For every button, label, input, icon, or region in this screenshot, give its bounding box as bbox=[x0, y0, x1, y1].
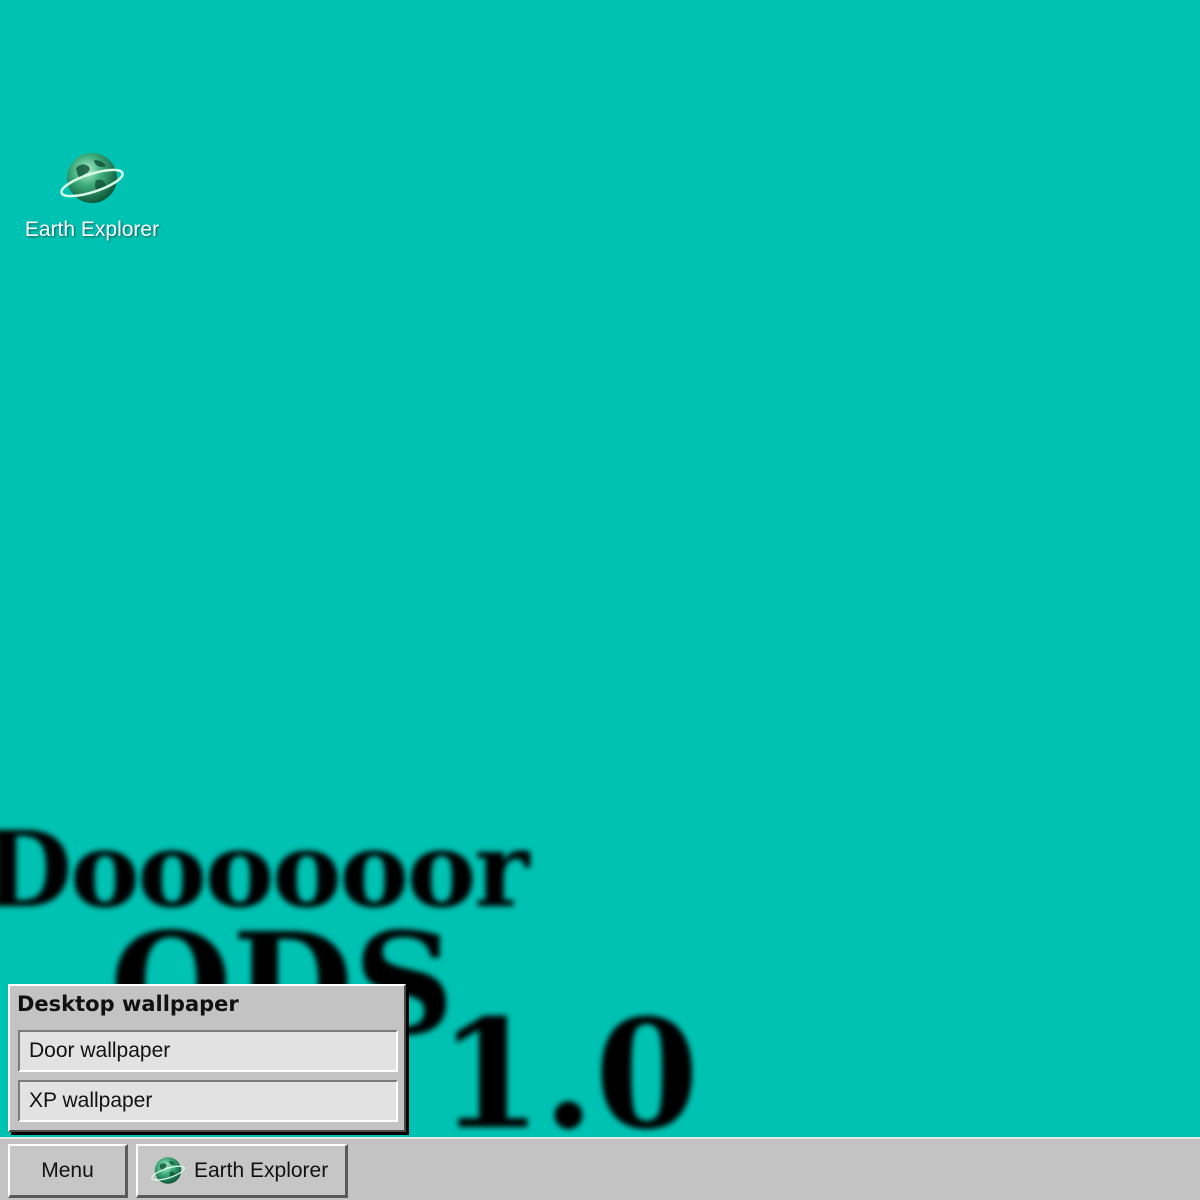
wallpaper-text-line1: Doooooor bbox=[0, 808, 529, 931]
taskbar-app-label: Earth Explorer bbox=[194, 1158, 329, 1182]
earth-globe-icon bbox=[60, 153, 124, 203]
wallpaper-popup-menu: Desktop wallpaper Door wallpaper XP wall… bbox=[8, 984, 406, 1132]
desktop-icon-label: Earth Explorer bbox=[24, 218, 160, 241]
start-menu-label: Menu bbox=[41, 1158, 94, 1182]
earth-globe-icon bbox=[151, 1156, 185, 1184]
start-menu-button[interactable]: Menu bbox=[8, 1144, 128, 1198]
menu-item-xp-wallpaper[interactable]: XP wallpaper bbox=[18, 1080, 398, 1122]
desktop-icon-earth-explorer[interactable]: Earth Explorer bbox=[14, 150, 170, 242]
menu-item-door-wallpaper[interactable]: Door wallpaper bbox=[18, 1030, 398, 1072]
wallpaper-text-line3: 1.0 bbox=[438, 987, 699, 1137]
taskbar-app-earth-explorer[interactable]: Earth Explorer bbox=[136, 1144, 348, 1198]
taskbar: Menu Earth Explorer bbox=[0, 1137, 1200, 1200]
desktop[interactable]: Doooooor ODS 1.0 Earth Explorer Desktop … bbox=[0, 0, 1200, 1137]
popup-title: Desktop wallpaper bbox=[17, 992, 239, 1016]
wallpaper-artwork: Doooooor ODS 1.0 bbox=[0, 0, 1200, 1138]
